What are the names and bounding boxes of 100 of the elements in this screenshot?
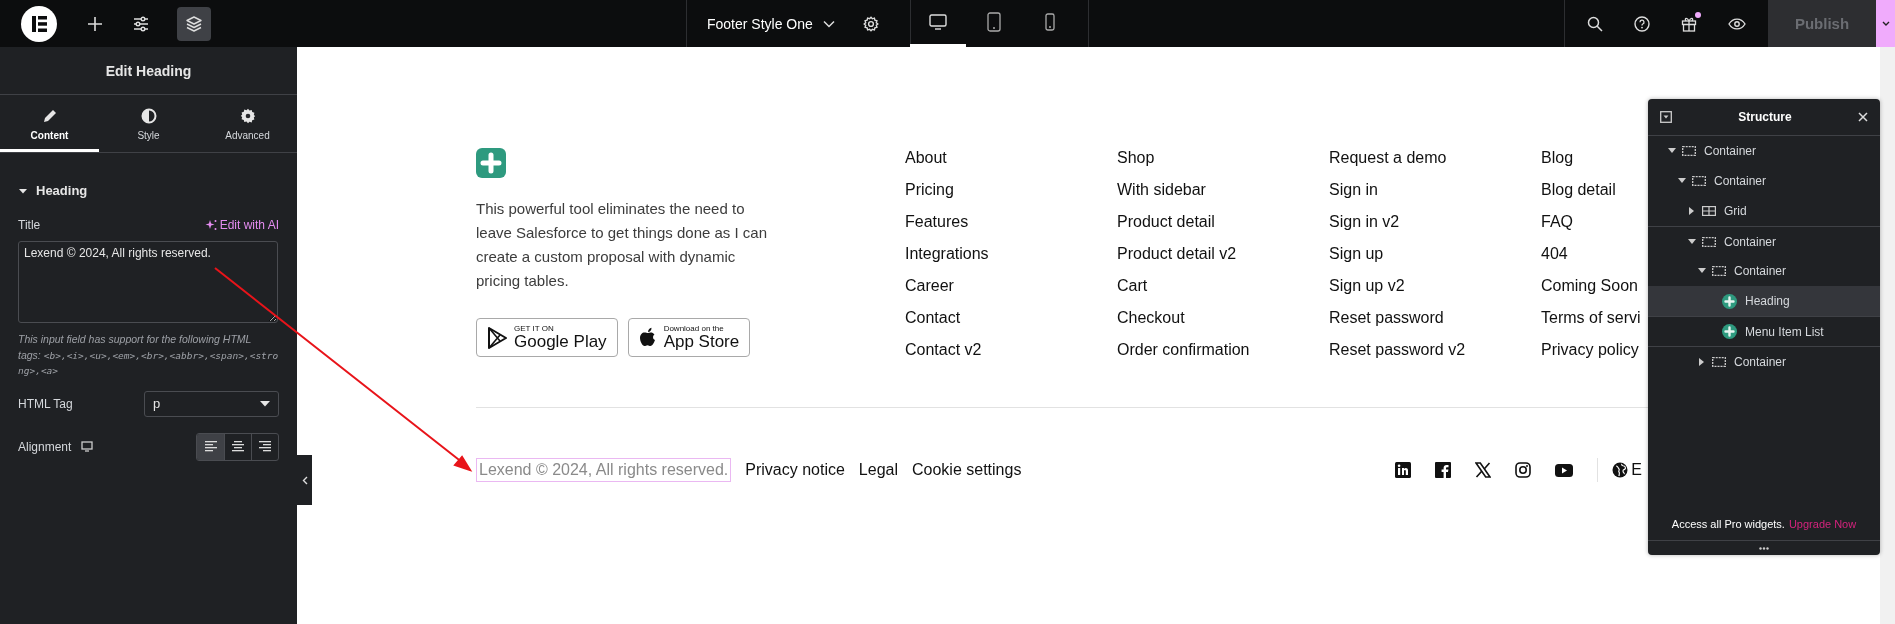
help-icon[interactable] — [1634, 15, 1650, 32]
desktop-icon — [81, 441, 94, 452]
footer-link[interactable]: Sign in — [1329, 180, 1378, 212]
youtube-icon[interactable] — [1555, 463, 1574, 477]
widget-icon — [1722, 324, 1737, 339]
footer-link[interactable]: Checkout — [1117, 308, 1185, 340]
footer-link[interactable]: Career — [905, 276, 954, 308]
panel-tab[interactable]: Advanced — [198, 95, 297, 152]
logo-icon[interactable] — [21, 5, 57, 42]
align-center-icon — [232, 441, 244, 452]
footer-link[interactable]: Sign up — [1329, 244, 1384, 276]
edit-with-ai-link[interactable]: Edit with AI — [204, 218, 279, 232]
document-title[interactable]: Footer Style One — [707, 15, 813, 32]
footer-link[interactable]: Privacy policy — [1541, 340, 1639, 372]
apple-icon — [638, 326, 657, 349]
chevron-down-icon[interactable] — [822, 19, 835, 28]
footer-link[interactable]: Cookie settings — [912, 461, 1022, 479]
footer-link[interactable]: Contact — [905, 308, 961, 340]
tree-item[interactable]: Container — [1648, 226, 1880, 256]
footer-link[interactable]: Blog detail — [1541, 180, 1616, 212]
gear-icon — [239, 107, 256, 124]
footer-link[interactable]: Pricing — [905, 180, 954, 212]
footer-link[interactable]: About — [905, 148, 947, 180]
panel-tab[interactable]: Content — [0, 95, 99, 152]
tree-item[interactable]: Grid — [1648, 196, 1880, 226]
field-label: Title — [18, 218, 41, 232]
search-icon[interactable] — [1587, 15, 1603, 32]
pencil-icon — [41, 107, 58, 124]
language-selector[interactable]: E — [1612, 461, 1642, 479]
tree-item[interactable]: Container — [1648, 256, 1880, 286]
footer-link[interactable]: With sidebar — [1117, 180, 1206, 212]
field-label: HTML Tag — [18, 396, 73, 411]
footer-link[interactable]: Sign up v2 — [1329, 276, 1405, 308]
preview-eye-icon[interactable] — [1728, 17, 1746, 30]
x-icon[interactable] — [1475, 462, 1492, 478]
caret-down-icon — [260, 400, 270, 407]
footer-link[interactable]: Request a demo — [1329, 148, 1447, 180]
contrast-icon — [140, 107, 157, 124]
container-icon — [1712, 266, 1726, 276]
footer-link[interactable]: Shop — [1117, 148, 1155, 180]
footer-link[interactable]: FAQ — [1541, 212, 1573, 244]
layers-icon — [185, 14, 203, 33]
footer-link[interactable]: Coming Soon — [1541, 276, 1638, 308]
section-toggle[interactable]: Heading — [18, 183, 297, 198]
footer-link[interactable]: Integrations — [905, 244, 989, 276]
tree-item[interactable]: Heading — [1648, 286, 1880, 316]
title-field[interactable]: Lexend © 2024, All rights reserved. — [18, 241, 278, 323]
widget-icon — [1722, 293, 1737, 309]
align-button[interactable] — [197, 433, 224, 460]
footer-link[interactable]: Product detail v2 — [1117, 244, 1237, 276]
facebook-icon[interactable] — [1435, 462, 1452, 478]
container-icon — [1702, 236, 1716, 247]
footer-link[interactable]: Blog — [1541, 148, 1574, 180]
collapse-panel-icon[interactable] — [1660, 111, 1672, 123]
store-badge-button[interactable]: Download on the App Store — [627, 318, 751, 357]
help-text: This input field has support for the following HTML tags: <b>,<i>,<u>,<em>,<br>,<abbr>,<span>,<strong>,<a> — [18, 332, 279, 378]
description-text: This powerful tool eliminates the need to leave Salesforce to get things done as I can create a custom proposal with dynamic pricing tables. — [476, 199, 769, 291]
add-icon[interactable] — [87, 15, 103, 32]
footer-link[interactable]: Order confirmation — [1117, 340, 1250, 372]
tree-item[interactable]: Container — [1648, 166, 1880, 196]
panel-title: Structure — [1737, 110, 1793, 124]
field-label: Alignment — [18, 439, 72, 454]
linkedin-icon[interactable] — [1395, 462, 1412, 478]
container-icon — [1692, 176, 1706, 186]
promo-text: Access all Pro widgets. — [1671, 518, 1785, 530]
container-icon — [1712, 356, 1726, 367]
footer-link[interactable]: 404 — [1541, 244, 1568, 276]
layers-button[interactable] — [177, 6, 211, 41]
footer-link[interactable]: Sign in v2 — [1329, 212, 1400, 244]
sliders-icon[interactable] — [133, 15, 149, 32]
tree-item[interactable]: Container — [1648, 136, 1880, 166]
settings-icon[interactable] — [862, 15, 879, 32]
footer-link[interactable]: Reset password — [1329, 308, 1444, 340]
gift-icon — [1681, 15, 1697, 32]
mobile-icon — [1045, 13, 1055, 31]
sparkle-icon — [204, 219, 217, 231]
footer-link[interactable]: Cart — [1117, 276, 1148, 308]
caret-icon — [1881, 20, 1890, 27]
footer-link[interactable]: Features — [905, 212, 969, 244]
footer-link[interactable]: Reset password v2 — [1329, 340, 1466, 372]
footer-link[interactable]: Product detail — [1117, 212, 1215, 244]
tree-item[interactable]: Container — [1648, 346, 1880, 376]
copyright-text[interactable]: Lexend © 2024, All rights reserved. — [476, 458, 732, 482]
footer-link[interactable]: Legal — [858, 461, 898, 479]
footer-link[interactable]: Terms of servi — [1541, 308, 1641, 340]
footer-link[interactable]: Contact v2 — [905, 340, 982, 372]
tablet-icon — [987, 12, 1001, 32]
tree-item[interactable]: Menu Item List — [1648, 316, 1880, 346]
collapse-panel-button[interactable] — [297, 455, 312, 505]
close-icon[interactable] — [1858, 112, 1868, 122]
grid-icon — [1702, 206, 1716, 216]
desktop-icon — [929, 14, 947, 30]
play-icon — [487, 326, 507, 349]
html-tag-select[interactable]: p — [144, 390, 279, 417]
align-left-icon — [204, 441, 217, 452]
instagram-icon[interactable] — [1515, 462, 1532, 478]
chevron-left-icon — [301, 475, 308, 485]
store-badge-button[interactable]: GET IT ON Google Play — [476, 318, 618, 357]
panel-tab[interactable]: Style — [99, 95, 198, 152]
footer-link[interactable]: Privacy notice — [745, 461, 845, 479]
